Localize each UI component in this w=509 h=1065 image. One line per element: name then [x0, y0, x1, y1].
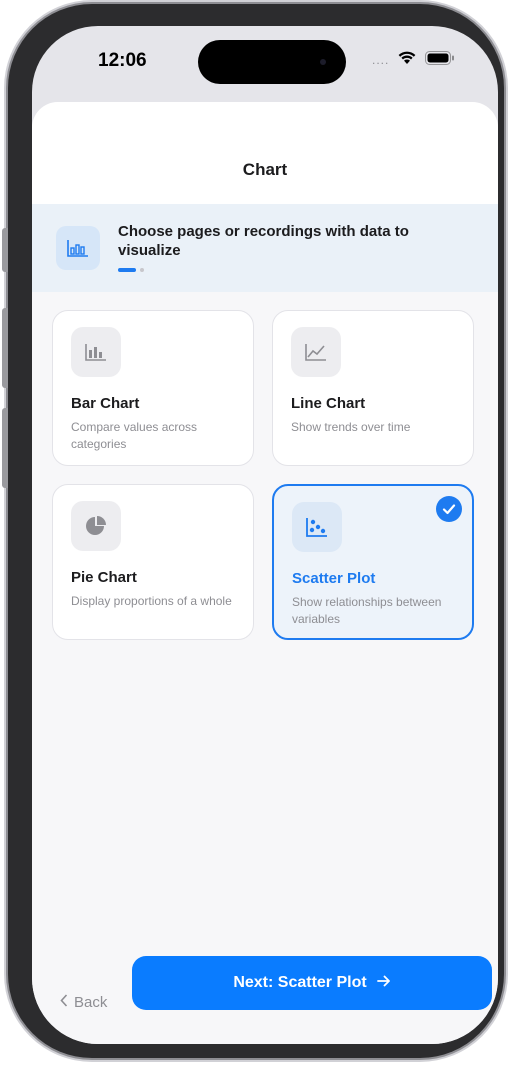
option-description: Display proportions of a whole — [71, 594, 232, 608]
sheet-header — [32, 102, 498, 204]
battery-icon — [425, 50, 455, 70]
option-bar-chart[interactable]: Bar Chart Compare values across categori… — [52, 310, 254, 466]
back-button[interactable]: Back — [60, 994, 107, 1011]
pie-chart-icon — [71, 501, 121, 551]
back-label: Back — [74, 994, 108, 1011]
option-description: Show relationships between variables — [292, 595, 442, 626]
sheet-title: Chart — [242, 160, 288, 179]
signal-icon: .... — [372, 53, 390, 67]
next-button[interactable]: Next: Scatter Plot — [132, 956, 492, 1010]
action-button — [2, 228, 8, 272]
option-pie-chart[interactable]: Pie Chart Display proportions of a whole — [52, 484, 254, 640]
screen: 12:06 .... Chart Choose pages or recordi… — [32, 26, 498, 1044]
status-icons: .... — [372, 50, 455, 70]
volume-up-button — [2, 308, 8, 388]
status-time: 12:06 — [98, 50, 147, 71]
info-banner: Choose pages or recordings with data to … — [32, 204, 498, 292]
arrow-right-icon — [376, 974, 391, 992]
option-title: Line Chart — [291, 395, 366, 412]
dynamic-island — [198, 40, 346, 84]
option-title: Bar Chart — [71, 395, 140, 412]
option-scatter-plot[interactable]: Scatter Plot Show relationships between … — [272, 484, 474, 640]
volume-down-button — [2, 408, 8, 488]
selected-check-icon — [436, 496, 462, 522]
camera-icon — [320, 59, 326, 65]
phone-frame: 12:06 .... Chart Choose pages or recordi… — [2, 4, 504, 1058]
scatter-plot-icon — [292, 502, 342, 552]
option-description: Compare values across categories — [71, 420, 198, 451]
bar-chart-icon — [56, 226, 100, 270]
page-dot[interactable] — [140, 268, 144, 272]
option-description: Show trends over time — [291, 420, 411, 434]
next-label: Next: Scatter Plot — [233, 974, 367, 991]
bar-chart-icon — [71, 327, 121, 377]
option-line-chart[interactable]: Line Chart Show trends over time — [272, 310, 474, 466]
chevron-left-icon — [60, 994, 68, 1011]
wifi-icon — [397, 50, 417, 70]
page-indicator[interactable] — [118, 268, 144, 272]
option-title: Scatter Plot — [292, 570, 376, 587]
banner-text: Choose pages or recordings with data to … — [118, 223, 409, 259]
option-title: Pie Chart — [71, 569, 137, 586]
line-chart-icon — [291, 327, 341, 377]
chart-sheet: Chart Choose pages or recordings with da… — [32, 102, 498, 1044]
page-dot-active[interactable] — [118, 268, 136, 272]
